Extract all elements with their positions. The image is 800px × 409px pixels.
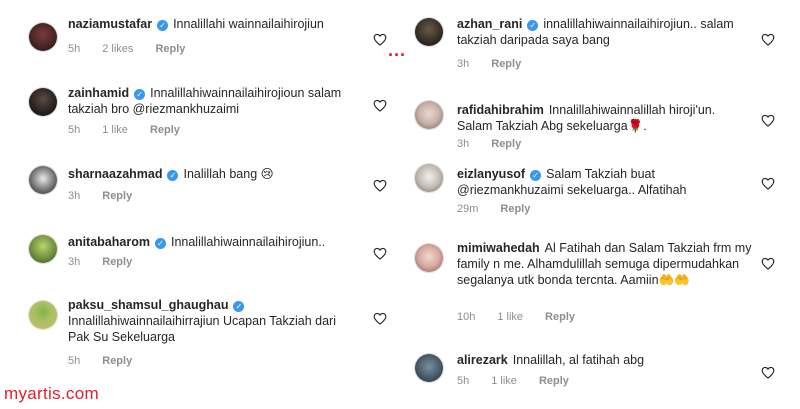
comment-time: 5h xyxy=(68,355,81,367)
username[interactable]: paksu_shamsul_ghaughau xyxy=(68,298,228,312)
comment-text: Innalillah, al fatihah abg xyxy=(512,353,645,367)
comment-time: 3h xyxy=(68,190,81,202)
reply-button[interactable]: Reply xyxy=(500,203,530,215)
red-dots: ... xyxy=(388,40,407,60)
comment-text: Inalillah bang 😢 xyxy=(183,167,274,181)
avatar[interactable] xyxy=(28,87,58,117)
verified-badge-icon: ✓ xyxy=(154,238,166,249)
verified-badge-icon: ✓ xyxy=(167,170,179,181)
avatar[interactable] xyxy=(414,353,444,383)
comment-time: 3h xyxy=(457,58,470,70)
heart-icon[interactable] xyxy=(373,179,387,192)
heart-icon[interactable] xyxy=(373,247,387,260)
reply-button[interactable]: Reply xyxy=(539,375,569,387)
comment-time: 5h xyxy=(457,375,470,387)
reply-button[interactable]: Reply xyxy=(150,124,180,136)
heart-icon[interactable] xyxy=(373,33,387,46)
verified-badge-icon: ✓ xyxy=(530,170,542,181)
likes-count[interactable]: 1 like xyxy=(102,124,128,136)
avatar[interactable] xyxy=(28,22,58,52)
reply-button[interactable]: Reply xyxy=(102,190,132,202)
reply-button[interactable]: Reply xyxy=(545,311,575,323)
comment-time: 5h xyxy=(68,124,81,136)
comment-meta: 5h 1 like Reply xyxy=(68,124,202,136)
avatar[interactable] xyxy=(28,165,58,195)
comment-time: 3h xyxy=(68,256,81,268)
comment-meta: 5h 2 likes Reply xyxy=(68,43,207,55)
username[interactable]: mimiwahedah xyxy=(457,241,540,255)
reply-button[interactable]: Reply xyxy=(102,355,132,367)
likes-count[interactable]: 1 like xyxy=(491,375,517,387)
comment-meta: 5h 1 like Reply xyxy=(457,375,591,387)
likes-count[interactable]: 2 likes xyxy=(102,43,133,55)
avatar[interactable] xyxy=(414,100,444,130)
likes-count[interactable]: 1 like xyxy=(497,311,523,323)
heart-icon[interactable] xyxy=(761,366,775,379)
username[interactable]: zainhamid xyxy=(68,86,129,100)
username[interactable]: alirezark xyxy=(457,353,508,367)
heart-icon[interactable] xyxy=(373,312,387,325)
avatar[interactable] xyxy=(28,234,58,264)
reply-button[interactable]: Reply xyxy=(491,58,521,70)
avatar[interactable] xyxy=(414,17,444,47)
comment-time: 10h xyxy=(457,311,476,323)
comment-time: 29m xyxy=(457,203,479,215)
comment-meta: 29m Reply xyxy=(457,203,552,215)
comment-text: Innalillahiwainnailaihirojiun.. xyxy=(170,235,326,249)
reply-button[interactable]: Reply xyxy=(491,138,521,150)
reply-button[interactable]: Reply xyxy=(155,43,185,55)
verified-badge-icon: ✓ xyxy=(134,89,146,100)
username[interactable]: azhan_rani xyxy=(457,17,522,31)
comment-meta: 5h Reply xyxy=(68,355,154,367)
username[interactable]: sharnaazahmad xyxy=(68,167,162,181)
heart-icon[interactable] xyxy=(761,33,775,46)
comment-meta: 3h Reply xyxy=(68,190,154,202)
comment-meta: 10h 1 like Reply xyxy=(457,311,597,323)
comment-meta: 3h Reply xyxy=(68,256,154,268)
verified-badge-icon: ✓ xyxy=(157,20,169,31)
comment-meta: 3h Reply xyxy=(457,58,543,70)
username[interactable]: rafidahibrahim xyxy=(457,103,544,117)
reply-button[interactable]: Reply xyxy=(102,256,132,268)
username[interactable]: anitabaharom xyxy=(68,235,150,249)
avatar[interactable] xyxy=(28,300,58,330)
comment-text: Innalillahi wainnailaihirojiun xyxy=(173,17,324,31)
verified-badge-icon: ✓ xyxy=(233,301,245,312)
watermark: myartis.com xyxy=(4,384,99,403)
comment-time: 3h xyxy=(457,138,470,150)
avatar[interactable] xyxy=(414,163,444,193)
username[interactable]: eizlanyusof xyxy=(457,167,525,181)
heart-icon[interactable] xyxy=(373,99,387,112)
heart-icon[interactable] xyxy=(761,114,775,127)
username[interactable]: naziamustafar xyxy=(68,17,152,31)
verified-badge-icon: ✓ xyxy=(527,20,539,31)
comment-text: Innalillahiwainnailaihirrajiun Ucapan Ta… xyxy=(68,314,336,344)
avatar[interactable] xyxy=(414,243,444,273)
comment-time: 5h xyxy=(68,43,81,55)
comment-meta: 3h Reply xyxy=(457,138,543,150)
heart-icon[interactable] xyxy=(761,177,775,190)
heart-icon[interactable] xyxy=(761,257,775,270)
